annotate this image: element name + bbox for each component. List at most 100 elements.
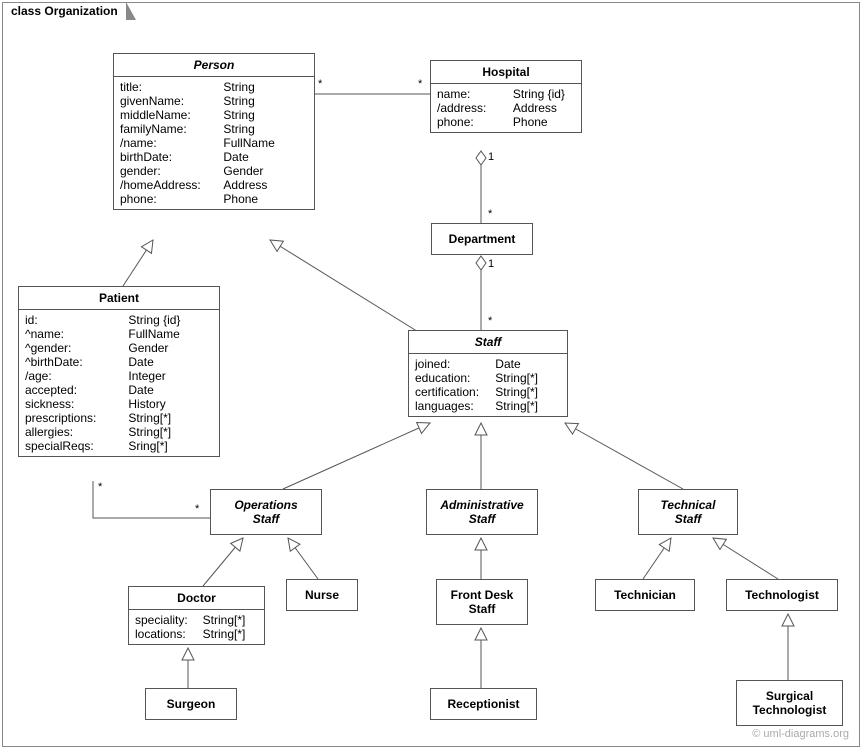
class-front-desk-staff: Front Desk Staff [436,579,528,625]
attribute-name: gender: [120,164,223,178]
attribute-row: /age:Integer [25,369,213,383]
attribute-name: title: [120,80,223,94]
attribute-type: Date [495,357,561,371]
attribute-row: gender:Gender [120,164,308,178]
attribute-name: prescriptions: [25,411,128,425]
attribute-type: String [223,94,308,108]
attribute-row: birthDate:Date [120,150,308,164]
class-title: Hospital [431,61,581,84]
class-title: Operations Staff [211,490,321,534]
attribute-row: locations:String[*] [135,627,258,641]
gen-staff-person [270,240,420,333]
attribute-type: String {id} [513,87,575,101]
attribute-row: ^name:FullName [25,327,213,341]
attribute-type: Address [513,101,575,115]
class-technical-staff: Technical Staff [638,489,738,535]
attribute-name: id: [25,313,128,327]
mult-dept-top: * [488,208,492,220]
uml-frame: class Organization [2,2,860,747]
attribute-row: ^gender:Gender [25,341,213,355]
attribute-type: String[*] [128,411,213,425]
class-surgical-technologist: Surgical Technologist [736,680,843,726]
class-attributes: name:String {id}/address:Addressphone:Ph… [431,84,581,132]
mult-person-side: * [318,78,322,90]
class-attributes: speciality:String[*]locations:String[*] [129,610,264,644]
class-title: Nurse [287,580,357,610]
attribute-name: ^name: [25,327,128,341]
attribute-type: String[*] [203,627,258,641]
attribute-name: ^gender: [25,341,128,355]
attribute-type: Gender [223,164,308,178]
attribute-row: accepted:Date [25,383,213,397]
assoc-patient-opsstaff [93,481,210,518]
class-title: Surgical Technologist [737,681,842,725]
attribute-row: allergies:String[*] [25,425,213,439]
attribute-type: Integer [128,369,213,383]
attribute-row: /name:FullName [120,136,308,150]
attribute-name: givenName: [120,94,223,108]
attribute-type: History [128,397,213,411]
class-staff: Staff joined:Dateeducation:String[*]cert… [408,330,568,417]
gen-technologist-tech [713,538,778,579]
attribute-row: /address:Address [437,101,575,115]
attribute-name: joined: [415,357,495,371]
attribute-row: /homeAddress:Address [120,178,308,192]
mult-hospital-side: * [418,78,422,90]
class-administrative-staff: Administrative Staff [426,489,538,535]
class-surgeon: Surgeon [145,688,237,720]
attribute-type: Sring[*] [128,439,213,453]
class-title: Department [432,224,532,254]
class-title: Administrative Staff [427,490,537,534]
attribute-row: languages:String[*] [415,399,561,413]
class-patient: Patient id:String {id}^name:FullName^gen… [18,286,220,457]
attribute-name: locations: [135,627,203,641]
attribute-type: String[*] [495,385,561,399]
class-title: Doctor [129,587,264,610]
attribute-type: FullName [223,136,308,150]
attribute-type: String[*] [128,425,213,439]
attribute-name: birthDate: [120,150,223,164]
class-title: Receptionist [431,689,536,719]
frame-label: class Organization [2,2,127,19]
class-attributes: joined:Dateeducation:String[*]certificat… [409,354,567,416]
attribute-type: Date [128,355,213,369]
class-technologist: Technologist [726,579,838,611]
attribute-name: middleName: [120,108,223,122]
watermark: © uml-diagrams.org [752,728,849,740]
attribute-type: String[*] [495,399,561,413]
attribute-row: education:String[*] [415,371,561,385]
class-person: Person title:StringgivenName:Stringmiddl… [113,53,315,210]
attribute-name: allergies: [25,425,128,439]
attribute-type: String [223,122,308,136]
attribute-type: Address [223,178,308,192]
class-hospital: Hospital name:String {id}/address:Addres… [430,60,582,133]
attribute-row: id:String {id} [25,313,213,327]
attribute-row: middleName:String [120,108,308,122]
attribute-name: accepted: [25,383,128,397]
class-title: Patient [19,287,219,310]
attribute-name: specialReqs: [25,439,128,453]
attribute-row: phone:Phone [437,115,575,129]
attribute-type: FullName [128,327,213,341]
attribute-row: speciality:String[*] [135,613,258,627]
attribute-row: familyName:String [120,122,308,136]
mult-hospital-dept: 1 [488,151,494,163]
attribute-name: /name: [120,136,223,150]
attribute-type: Gender [128,341,213,355]
attribute-name: certification: [415,385,495,399]
attribute-name: languages: [415,399,495,413]
class-attributes: title:StringgivenName:StringmiddleName:S… [114,77,314,209]
attribute-row: title:String [120,80,308,94]
mult-patient-ops-o: * [195,503,199,515]
attribute-type: String [223,80,308,94]
gen-ops-staff [283,423,430,489]
attribute-row: certification:String[*] [415,385,561,399]
attribute-type: String [223,108,308,122]
attribute-row: name:String {id} [437,87,575,101]
attribute-name: education: [415,371,495,385]
attribute-row: phone:Phone [120,192,308,206]
attribute-row: joined:Date [415,357,561,371]
class-title: Front Desk Staff [437,580,527,624]
attribute-name: familyName: [120,122,223,136]
attribute-name: ^birthDate: [25,355,128,369]
